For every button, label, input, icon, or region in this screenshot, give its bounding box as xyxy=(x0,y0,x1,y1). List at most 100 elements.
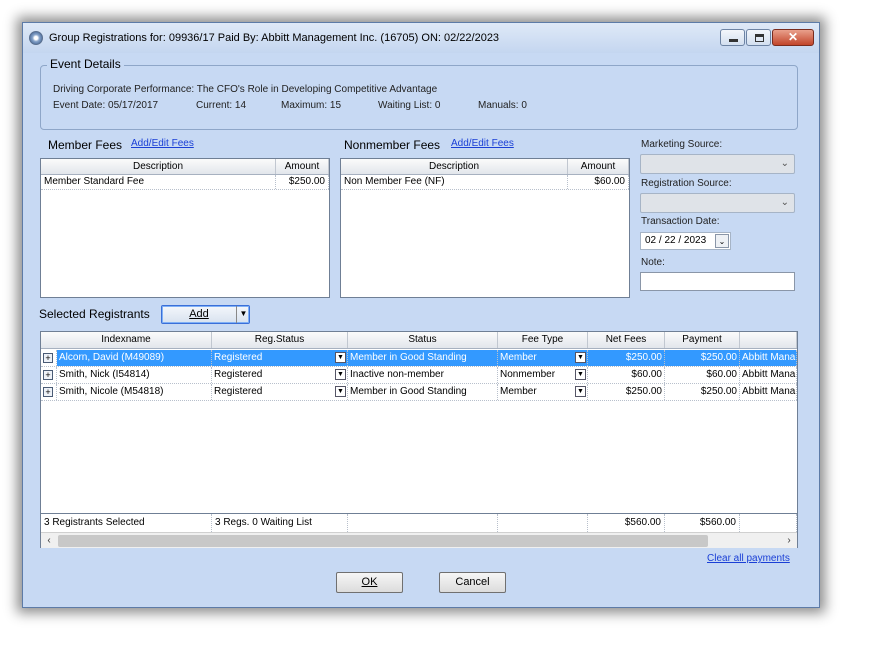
add-registrant-button[interactable]: Add ▼ xyxy=(161,305,250,324)
add-dropdown-arrow-icon[interactable]: ▼ xyxy=(236,306,250,323)
reg-status-cell[interactable]: Registered ▼ xyxy=(212,384,348,400)
net-fees-cell: $60.00 xyxy=(588,367,665,383)
member-fee-row[interactable]: Member Standard Fee $250.00 xyxy=(41,175,329,190)
dropdown-arrow-icon[interactable]: ▼ xyxy=(575,352,586,363)
ok-button-label: OK xyxy=(361,576,378,588)
minimize-button[interactable] xyxy=(720,29,745,46)
net-fees-cell: $250.00 xyxy=(588,384,665,400)
net-fees-total: $560.00 xyxy=(588,514,665,532)
minimize-icon xyxy=(729,39,738,42)
reg-status-value: Registered xyxy=(214,386,263,397)
registrant-name: Smith, Nicole (M54818) xyxy=(57,384,212,400)
scroll-right-icon[interactable]: › xyxy=(781,534,797,548)
dropdown-arrow-icon[interactable]: ▼ xyxy=(575,369,586,380)
reg-status-cell[interactable]: Registered ▼ xyxy=(212,367,348,383)
expand-plus-icon[interactable]: + xyxy=(43,370,53,380)
member-fees-label: Member Fees xyxy=(48,138,123,152)
dropdown-arrow-icon[interactable]: ▼ xyxy=(335,352,346,363)
title-bar: Group Registrations for: 09936/17 Paid B… xyxy=(23,23,819,53)
reg-status-value: Registered xyxy=(214,369,263,380)
member-col-description[interactable]: Description xyxy=(41,159,276,174)
chevron-down-icon: ⌄ xyxy=(780,197,789,208)
close-button[interactable]: ✕ xyxy=(772,29,814,46)
paid-by-cell: Abbitt Mana xyxy=(740,384,797,400)
event-manuals: Manuals: 0 xyxy=(478,100,527,111)
registration-source-select[interactable]: ⌄ xyxy=(640,193,795,213)
dropdown-arrow-icon[interactable]: ▼ xyxy=(575,386,586,397)
registrant-name: Smith, Nick (I54814) xyxy=(57,367,212,383)
fee-type-value: Member xyxy=(500,352,537,363)
scrollbar-thumb[interactable] xyxy=(58,535,708,547)
expand-plus-icon[interactable]: + xyxy=(43,387,53,397)
nonmember-fee-row[interactable]: Non Member Fee (NF) $60.00 xyxy=(341,175,629,190)
scroll-left-icon[interactable]: ‹ xyxy=(41,534,57,548)
group-registrations-window: Group Registrations for: 09936/17 Paid B… xyxy=(22,22,820,608)
app-gear-icon xyxy=(29,31,43,45)
nonmember-fees-grid[interactable]: Description Amount Non Member Fee (NF) $… xyxy=(340,158,630,298)
col-reg-status[interactable]: Reg.Status xyxy=(212,332,348,348)
transaction-date-value[interactable]: 02 / 22 / 2023 xyxy=(645,235,706,246)
transaction-date-picker[interactable]: 02 / 22 / 2023 ⌄ xyxy=(640,232,731,250)
fee-amount: $250.00 xyxy=(276,175,329,189)
horizontal-scrollbar[interactable]: ‹ › xyxy=(41,532,797,548)
fee-type-value: Nonmember xyxy=(500,369,556,380)
fee-type-cell[interactable]: Member ▼ xyxy=(498,384,588,400)
event-details-legend: Event Details xyxy=(47,57,124,71)
registrants-grid[interactable]: Indexname Reg.Status Status Fee Type Net… xyxy=(40,331,798,548)
fee-type-cell[interactable]: Member ▼ xyxy=(498,350,588,366)
fee-description: Non Member Fee (NF) xyxy=(341,175,568,189)
fee-type-cell[interactable]: Nonmember ▼ xyxy=(498,367,588,383)
transaction-date-label: Transaction Date: xyxy=(641,216,720,227)
event-waiting-list: Waiting List: 0 xyxy=(378,100,441,111)
col-paid-by[interactable] xyxy=(740,332,797,348)
ok-button[interactable]: OK xyxy=(336,572,403,593)
payment-cell[interactable]: $250.00 xyxy=(665,350,740,366)
dropdown-arrow-icon[interactable]: ▼ xyxy=(335,386,346,397)
maximize-button[interactable] xyxy=(746,29,771,46)
nonmember-fees-label: Nonmember Fees xyxy=(344,138,441,152)
fee-type-value: Member xyxy=(500,386,537,397)
calendar-dropdown-icon[interactable]: ⌄ xyxy=(715,234,729,248)
status-cell: Member in Good Standing xyxy=(348,384,498,400)
member-add-edit-fees-link[interactable]: Add/Edit Fees xyxy=(131,138,194,149)
note-input[interactable] xyxy=(640,272,795,291)
event-maximum: Maximum: 15 xyxy=(281,100,342,111)
nonmember-add-edit-fees-link[interactable]: Add/Edit Fees xyxy=(451,138,514,149)
col-fee-type[interactable]: Fee Type xyxy=(498,332,588,348)
marketing-source-select[interactable]: ⌄ xyxy=(640,154,795,174)
payment-cell[interactable]: $250.00 xyxy=(665,384,740,400)
nonmember-col-amount[interactable]: Amount xyxy=(568,159,629,174)
col-payment[interactable]: Payment xyxy=(665,332,740,348)
expand-plus-icon[interactable]: + xyxy=(43,353,53,363)
event-current: Current: 14 xyxy=(196,100,247,111)
col-indexname[interactable]: Indexname xyxy=(41,332,212,348)
cancel-button[interactable]: Cancel xyxy=(439,572,506,593)
regs-waiting-summary: 3 Regs. 0 Waiting List xyxy=(212,514,348,532)
note-label: Note: xyxy=(641,257,665,268)
registrant-row[interactable]: + Smith, Nicole (M54818) Registered ▼ Mem… xyxy=(41,384,797,401)
registrant-row[interactable]: + Alcorn, David (M49089) Registered ▼ Mem… xyxy=(41,350,797,367)
nonmember-col-description[interactable]: Description xyxy=(341,159,568,174)
reg-status-cell[interactable]: Registered ▼ xyxy=(212,350,348,366)
col-status[interactable]: Status xyxy=(348,332,498,348)
registrant-name: Alcorn, David (M49089) xyxy=(57,350,212,366)
dropdown-arrow-icon[interactable]: ▼ xyxy=(335,369,346,380)
fee-amount: $60.00 xyxy=(568,175,629,189)
clear-all-payments-link[interactable]: Clear all payments xyxy=(707,553,790,564)
registrant-row[interactable]: + Smith, Nick (I54814) Registered ▼ Inact… xyxy=(41,367,797,384)
payment-cell[interactable]: $60.00 xyxy=(665,367,740,383)
status-cell: Inactive non-member xyxy=(348,367,498,383)
maximize-icon xyxy=(755,34,764,42)
member-fees-grid[interactable]: Description Amount Member Standard Fee $… xyxy=(40,158,330,298)
registrants-selected-count: 3 Registrants Selected xyxy=(41,514,212,532)
payment-total: $560.00 xyxy=(665,514,740,532)
window-title: Group Registrations for: 09936/17 Paid B… xyxy=(49,32,500,44)
registration-source-label: Registration Source: xyxy=(641,178,732,189)
event-details-group: Event Details Driving Corporate Performa… xyxy=(40,57,798,130)
col-net-fees[interactable]: Net Fees xyxy=(588,332,665,348)
reg-status-value: Registered xyxy=(214,352,263,363)
fee-description: Member Standard Fee xyxy=(41,175,276,189)
selected-registrants-label: Selected Registrants xyxy=(39,307,150,321)
member-col-amount[interactable]: Amount xyxy=(276,159,329,174)
status-cell: Member in Good Standing xyxy=(348,350,498,366)
